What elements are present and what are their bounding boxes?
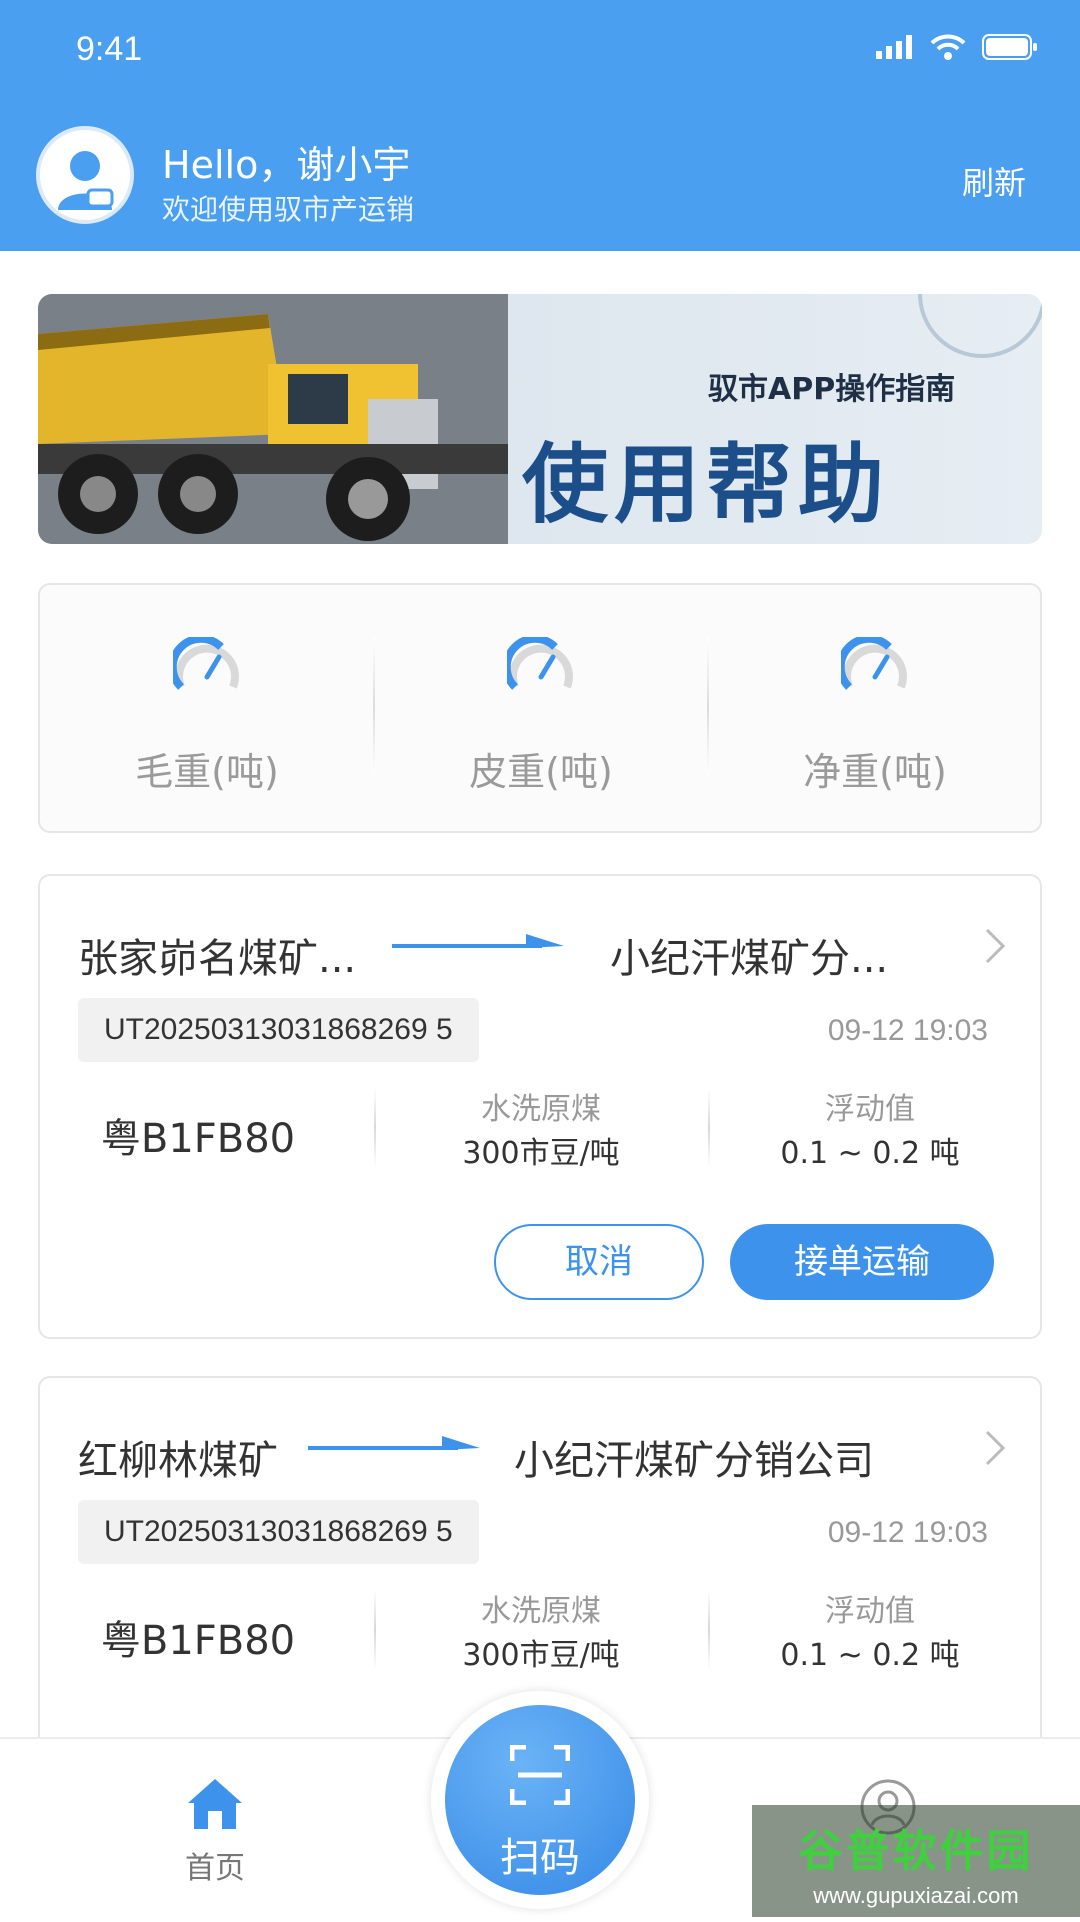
route-destination: 小纪汗煤矿分... [610,936,889,982]
wifi-icon [930,34,966,60]
user-avatar-icon [58,151,114,210]
order-number: UT20250313031868269 5 [78,998,479,1062]
float-label: 浮动值 [825,1092,915,1127]
float-value: 0.1 ~ 0.2 吨 [780,1136,960,1171]
gauge-icon [507,637,573,690]
cancel-button[interactable]: 取消 [494,1224,704,1300]
status-time: 9:41 [76,30,143,68]
net-weight-cell: 净重(吨) [708,585,1042,831]
greeting-subtitle: 欢迎使用驭市产运销 [162,193,415,226]
banner-title: 使用帮助 [522,435,890,535]
header-bar: 9:41 Hello，谢小宇 欢迎使用驭市产运销 刷新 [0,0,1080,251]
tare-weight-label: 皮重(吨) [469,750,613,794]
chevron-right-icon[interactable] [984,928,1006,964]
watermark-url: www.gupuxiazai.com [813,1883,1019,1908]
float-label: 浮动值 [825,1594,915,1629]
signal-icon [876,35,912,59]
cargo-price: 300市豆/吨 [462,1136,620,1171]
net-weight-label: 净重(吨) [803,750,947,794]
cargo-price: 300市豆/吨 [462,1638,620,1673]
gauge-icon [173,637,239,690]
tab-home[interactable]: 首页 [150,1777,280,1887]
order-time: 09-12 19:03 [827,1014,988,1047]
tab-home-label: 首页 [185,1851,245,1886]
weight-summary-card: 毛重(吨) 皮重(吨) 净重(吨) [38,583,1042,833]
route-origin: 张家峁名煤矿... [78,936,357,982]
watermark-logo: 谷普软件园 www.gupuxiazai.com [752,1805,1080,1917]
watermark-title: 谷普软件园 [798,1826,1034,1877]
scan-button-ring: 扫码 [431,1691,649,1909]
avatar[interactable] [36,126,134,224]
scan-icon [510,1745,570,1805]
route-arrow-icon [392,934,564,948]
accept-order-button[interactable]: 接单运输 [730,1224,994,1300]
gauge-icon [841,637,907,690]
greeting-text: Hello，谢小宇 [162,143,411,187]
tare-weight-cell: 皮重(吨) [374,585,708,831]
cargo-name: 水洗原煤 [481,1594,601,1629]
help-banner[interactable]: 驭市APP操作指南 使用帮助 [38,294,1042,544]
route-destination: 小纪汗煤矿分销公司 [514,1438,874,1484]
banner-subtitle: 驭市APP操作指南 [708,372,956,407]
gross-weight-cell: 毛重(吨) [40,585,374,831]
float-value: 0.1 ~ 0.2 吨 [780,1638,960,1673]
order-number: UT20250313031868269 5 [78,1500,479,1564]
battery-icon [982,34,1037,60]
scan-label: 扫码 [500,1835,580,1881]
route-origin: 红柳林煤矿 [78,1438,278,1484]
route-arrow-icon [308,1436,480,1450]
scan-button[interactable]: 扫码 [445,1705,635,1895]
chevron-right-icon[interactable] [984,1430,1006,1466]
gross-weight-label: 毛重(吨) [135,750,279,794]
order-card[interactable]: 张家峁名煤矿... 小纪汗煤矿分... UT20250313031868269 … [38,874,1042,1339]
order-time: 09-12 19:03 [827,1516,988,1549]
plate-number: 粤B1FB80 [100,1116,296,1162]
status-icons [876,34,1038,60]
help-question-icon [918,294,1042,358]
cargo-name: 水洗原煤 [481,1092,601,1127]
refresh-button[interactable]: 刷新 [962,158,1026,204]
dump-truck-image [38,294,508,544]
plate-number: 粤B1FB80 [100,1618,296,1664]
home-icon [188,1779,242,1829]
